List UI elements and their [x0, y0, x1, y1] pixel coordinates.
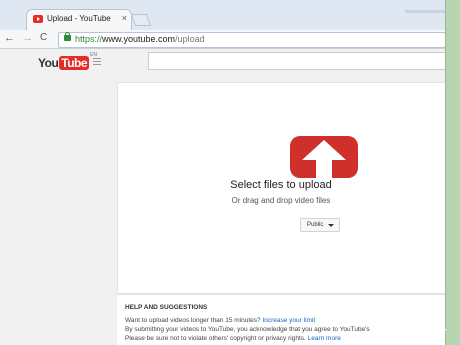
learn-more-link[interactable]: Learn more — [308, 335, 341, 342]
upload-arrow-icon[interactable] — [290, 136, 358, 178]
search-input[interactable] — [148, 52, 445, 70]
window-controls[interactable] — [405, 10, 445, 13]
help-line-3: Please be sure not to violate others' co… — [125, 335, 341, 342]
tab-strip: Upload - YouTube × — [0, 0, 445, 32]
reload-button[interactable]: C — [40, 32, 47, 43]
forward-button[interactable]: → — [22, 32, 33, 44]
youtube-logo[interactable]: You Tube EN — [38, 52, 97, 70]
browser-window: Upload - YouTube × ← → C https://www.you… — [0, 0, 446, 345]
browser-toolbar: ← → C https://www.youtube.com/upload — [0, 30, 445, 49]
help-heading: HELP AND SUGGESTIONS — [125, 304, 208, 311]
tab-title: Upload - YouTube — [47, 14, 111, 23]
new-tab-button[interactable] — [130, 14, 152, 26]
url-scheme: https:// — [75, 34, 103, 44]
chevron-down-icon — [328, 224, 334, 227]
url-text: https://www.youtube.com/upload — [75, 34, 205, 44]
logo-you: You — [38, 56, 59, 70]
help-line-2: By submitting your videos to YouTube, yo… — [125, 326, 370, 333]
tab-close-icon[interactable]: × — [122, 13, 127, 23]
youtube-header: You Tube EN — [0, 49, 445, 74]
lock-icon — [64, 32, 71, 41]
youtube-favicon-icon — [33, 15, 43, 23]
privacy-select[interactable]: Public — [300, 218, 340, 232]
menu-icon[interactable] — [93, 58, 101, 67]
upload-title: Select files to upload — [230, 179, 332, 191]
address-bar[interactable]: https://www.youtube.com/upload — [58, 32, 445, 48]
increase-limit-link[interactable]: Increase your limit — [262, 317, 315, 324]
logo-tube: Tube — [59, 56, 90, 70]
url-path: /upload — [175, 34, 205, 44]
back-button[interactable]: ← — [4, 32, 15, 44]
tab-upload-youtube[interactable]: Upload - YouTube × — [26, 9, 132, 32]
help-line-1: Want to upload videos longer than 15 min… — [125, 317, 316, 324]
wikihow-watermark: wikiHow — [383, 322, 447, 341]
url-host: www.youtube.com — [102, 34, 176, 44]
privacy-value: Public — [307, 222, 324, 228]
upload-subtitle: Or drag and drop video files — [231, 196, 331, 205]
